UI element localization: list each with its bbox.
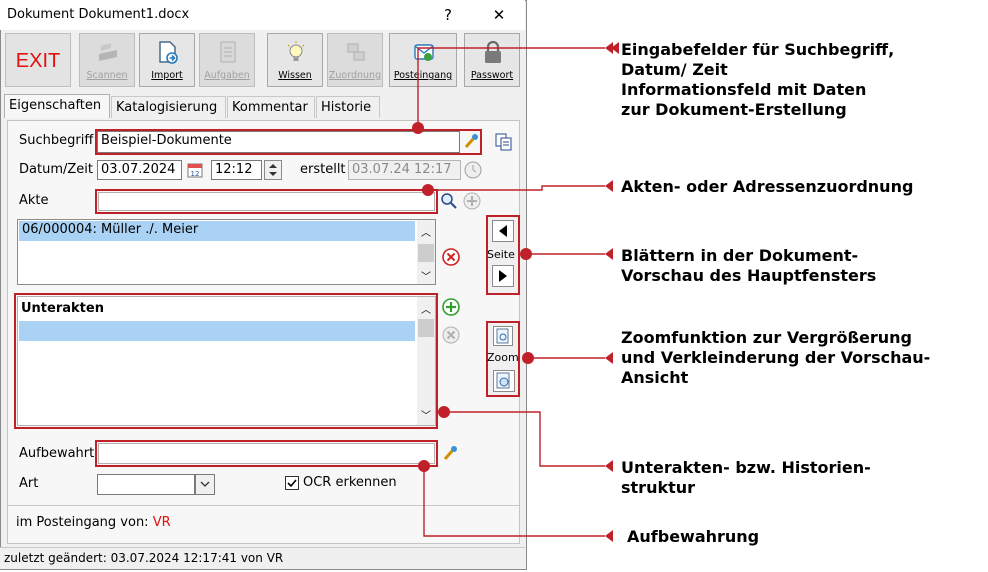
callout-dot-1 — [412, 122, 424, 134]
callout-subfiles: Unterakten- bzw. Historien- struktur — [621, 458, 871, 498]
callout-arrowhead-4 — [605, 352, 613, 364]
callout-line-text: und Verkleinderung der Vorschau- — [621, 348, 931, 367]
callout-dot-3 — [520, 248, 532, 260]
callout-line-text: Eingabefelder für Suchbegriff, — [621, 40, 895, 59]
callout-dot-6 — [418, 460, 430, 472]
callout-arrowhead-2 — [605, 180, 613, 192]
callout-arrowhead-3 — [605, 248, 613, 260]
callout-line-text: Akten- oder Adressenzuordnung — [621, 177, 914, 196]
callout-zoom: Zoomfunktion zur Vergrößerung und Verkle… — [621, 328, 930, 388]
callout-search-fields: Eingabefelder für Suchbegriff, Datum/ Ze… — [621, 40, 894, 120]
callout-dot-4 — [522, 352, 534, 364]
callout-line-text: Vorschau des Hauptfensters — [621, 266, 877, 285]
callout-line-text: Blättern in der Dokument- — [621, 246, 859, 265]
callout-line-text: Informationsfeld mit Daten — [621, 80, 867, 99]
callout-line-text: zur Dokument-Erstellung — [621, 100, 847, 119]
callout-line-text: Ansicht — [621, 368, 689, 387]
callout-dot-5 — [438, 406, 450, 418]
callout-storage: Aufbewahrung — [627, 527, 759, 547]
callout-arrowhead-5 — [605, 460, 613, 472]
callout-line-text: Unterakten- bzw. Historien- — [621, 458, 871, 477]
callout-file-assignment: Akten- oder Adressenzuordnung — [621, 177, 913, 197]
callout-arrowhead-6 — [605, 530, 613, 542]
callout-line-text: Datum/ Zeit — [621, 60, 728, 79]
callout-line-text: Zoomfunktion zur Vergrößerung — [621, 328, 912, 347]
callout-page-navigation: Blättern in der Dokument- Vorschau des H… — [621, 246, 876, 286]
callout-arrowhead-1 — [605, 42, 613, 54]
callout-line-2 — [428, 185, 605, 191]
callout-line-text: struktur — [621, 478, 696, 497]
callout-line-6 — [423, 466, 605, 537]
callout-line-1 — [417, 47, 605, 128]
callout-line-5 — [444, 411, 605, 467]
callout-dot-2 — [422, 184, 434, 196]
callout-line-text: Aufbewahrung — [627, 527, 760, 546]
